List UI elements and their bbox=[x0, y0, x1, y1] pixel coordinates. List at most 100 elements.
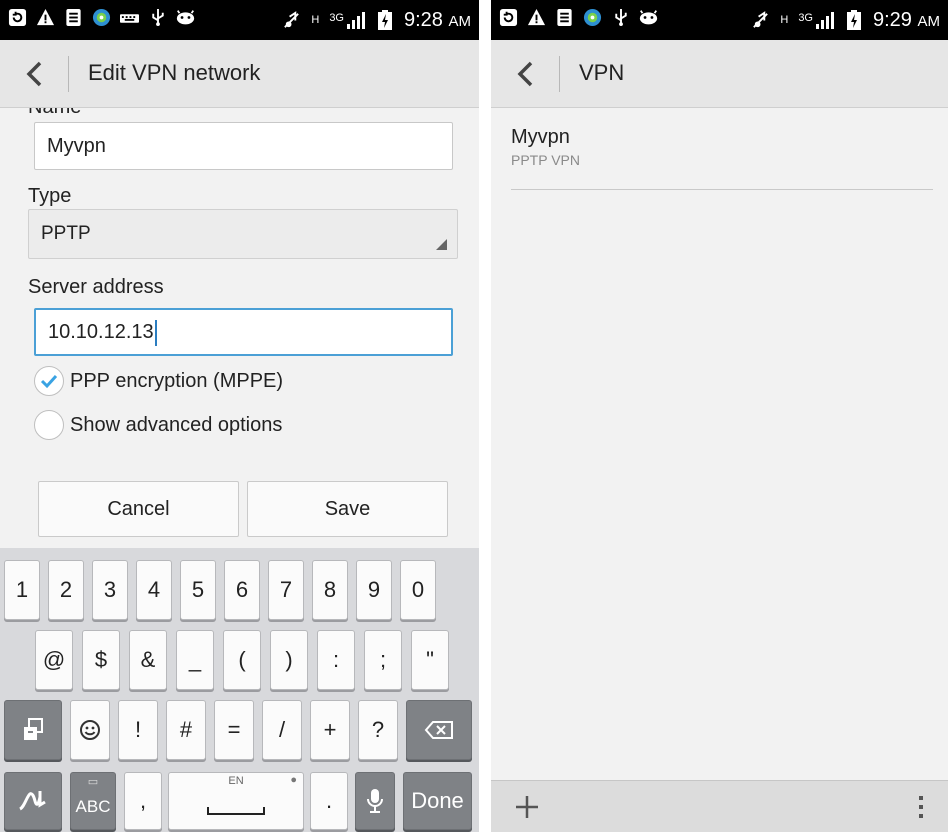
type-select-value: PPTP bbox=[41, 223, 91, 244]
key-ampersand[interactable]: & bbox=[129, 630, 167, 690]
checkbox-unchecked-icon bbox=[34, 410, 64, 440]
page-icon: ▭ bbox=[87, 776, 99, 788]
key-quote[interactable]: " bbox=[411, 630, 449, 690]
notification-icons bbox=[8, 8, 195, 27]
vpn-type: PPTP VPN bbox=[511, 152, 580, 168]
key-abc-label: ABC bbox=[75, 797, 111, 816]
keyboard-icon bbox=[120, 8, 139, 27]
key-3[interactable]: 3 bbox=[92, 560, 128, 620]
key-period[interactable]: . bbox=[310, 772, 348, 830]
system-status: H 3G 9:29 AM bbox=[751, 0, 940, 40]
key-swype[interactable] bbox=[4, 772, 62, 830]
show-advanced-label: Show advanced options bbox=[70, 413, 283, 436]
key-symbols-more[interactable] bbox=[4, 700, 62, 760]
battery-charging-icon bbox=[375, 10, 394, 30]
key-underscore[interactable]: _ bbox=[176, 630, 214, 690]
sync-icon bbox=[499, 8, 518, 27]
mute-icon bbox=[751, 10, 770, 30]
warning-icon bbox=[36, 8, 55, 27]
back-arrow-icon[interactable] bbox=[513, 60, 541, 88]
key-dollar[interactable]: $ bbox=[82, 630, 120, 690]
clock: 9:29 AM bbox=[873, 8, 940, 31]
key-equals[interactable]: = bbox=[214, 700, 254, 760]
name-label: Name bbox=[28, 108, 81, 119]
name-input[interactable]: Myvpn bbox=[34, 122, 453, 170]
sim-icon bbox=[555, 8, 574, 27]
spacebar-icon bbox=[207, 807, 265, 815]
action-bar-divider bbox=[68, 56, 69, 92]
ppp-encryption-checkbox[interactable]: PPP encryption (MPPE) bbox=[34, 366, 283, 396]
data-type-h: H bbox=[311, 14, 320, 26]
key-exclamation[interactable]: ! bbox=[118, 700, 158, 760]
key-space[interactable]: EN ● bbox=[168, 772, 304, 830]
key-0[interactable]: 0 bbox=[400, 560, 436, 620]
add-vpn-icon[interactable] bbox=[513, 793, 541, 821]
swype-icon bbox=[19, 791, 46, 811]
text-cursor bbox=[154, 319, 157, 346]
clock: 9:28 AM bbox=[404, 8, 471, 31]
type-select[interactable]: PPTP bbox=[28, 209, 458, 259]
network-type-label: 3G bbox=[798, 11, 813, 24]
cancel-button[interactable]: Cancel bbox=[38, 481, 239, 537]
notification-app-icon bbox=[92, 8, 111, 27]
key-abc[interactable]: ▭ ABC bbox=[70, 772, 116, 830]
game-icon bbox=[639, 8, 658, 27]
notification-icons bbox=[499, 8, 658, 27]
ppp-encryption-label: PPP encryption (MPPE) bbox=[70, 369, 284, 392]
backspace-icon bbox=[424, 721, 453, 739]
key-7[interactable]: 7 bbox=[268, 560, 304, 620]
vpn-list-screen: H 3G 9:29 AM VPN Myvpn PPTP VPN bbox=[491, 0, 948, 832]
overflow-menu-icon[interactable] bbox=[916, 793, 926, 821]
key-comma[interactable]: , bbox=[124, 772, 162, 830]
key-5[interactable]: 5 bbox=[180, 560, 216, 620]
key-slash[interactable]: / bbox=[262, 700, 302, 760]
key-1[interactable]: 1 bbox=[4, 560, 40, 620]
game-icon bbox=[176, 8, 195, 27]
data-type-h: H bbox=[780, 14, 789, 26]
sim-icon bbox=[64, 8, 83, 27]
key-right-paren[interactable]: ) bbox=[270, 630, 308, 690]
show-advanced-checkbox[interactable]: Show advanced options bbox=[34, 410, 282, 440]
network-type-label: 3G bbox=[329, 11, 344, 24]
page-title: VPN bbox=[579, 60, 625, 85]
key-colon[interactable]: : bbox=[317, 630, 355, 690]
vpn-form: Name Myvpn Type PPTP Server address 10.1… bbox=[0, 108, 479, 548]
key-9[interactable]: 9 bbox=[356, 560, 392, 620]
key-at[interactable]: @ bbox=[35, 630, 73, 690]
vpn-list-item[interactable]: Myvpn PPTP VPN bbox=[511, 126, 580, 168]
key-6[interactable]: 6 bbox=[224, 560, 260, 620]
save-button[interactable]: Save bbox=[247, 481, 448, 537]
key-left-paren[interactable]: ( bbox=[223, 630, 261, 690]
action-bar: Edit VPN network bbox=[0, 40, 479, 108]
usb-icon bbox=[148, 8, 167, 27]
key-emoji[interactable] bbox=[70, 700, 110, 760]
signal-icon: 3G bbox=[329, 11, 365, 29]
signal-icon: 3G bbox=[798, 11, 834, 29]
battery-charging-icon bbox=[844, 10, 863, 30]
action-bar-divider bbox=[559, 56, 560, 92]
type-label: Type bbox=[28, 185, 72, 207]
server-address-input[interactable]: 10.10.12.13 bbox=[34, 308, 453, 356]
key-2[interactable]: 2 bbox=[48, 560, 84, 620]
key-8[interactable]: 8 bbox=[312, 560, 348, 620]
usb-icon bbox=[611, 8, 630, 27]
back-arrow-icon[interactable] bbox=[22, 60, 50, 88]
key-hash[interactable]: # bbox=[166, 700, 206, 760]
mute-icon bbox=[282, 10, 301, 30]
status-bar: H 3G 9:29 AM bbox=[491, 0, 948, 40]
key-backspace[interactable] bbox=[406, 700, 472, 760]
server-address-value: 10.10.12.13 bbox=[48, 321, 154, 343]
alt-symbols-icon bbox=[24, 718, 43, 740]
smiley-icon bbox=[80, 720, 100, 740]
space-language-label: EN bbox=[228, 775, 244, 787]
key-semicolon[interactable]: ; bbox=[364, 630, 402, 690]
key-microphone[interactable] bbox=[355, 772, 395, 830]
key-done[interactable]: Done bbox=[403, 772, 472, 830]
key-question[interactable]: ? bbox=[358, 700, 398, 760]
key-4[interactable]: 4 bbox=[136, 560, 172, 620]
on-screen-keyboard: 1 2 3 4 5 6 7 8 9 0 @ $ & _ ( ) : ; " ! … bbox=[0, 548, 479, 832]
key-plus[interactable]: + bbox=[310, 700, 350, 760]
action-bar: VPN bbox=[491, 40, 948, 108]
sync-icon bbox=[8, 8, 27, 27]
warning-icon bbox=[527, 8, 546, 27]
